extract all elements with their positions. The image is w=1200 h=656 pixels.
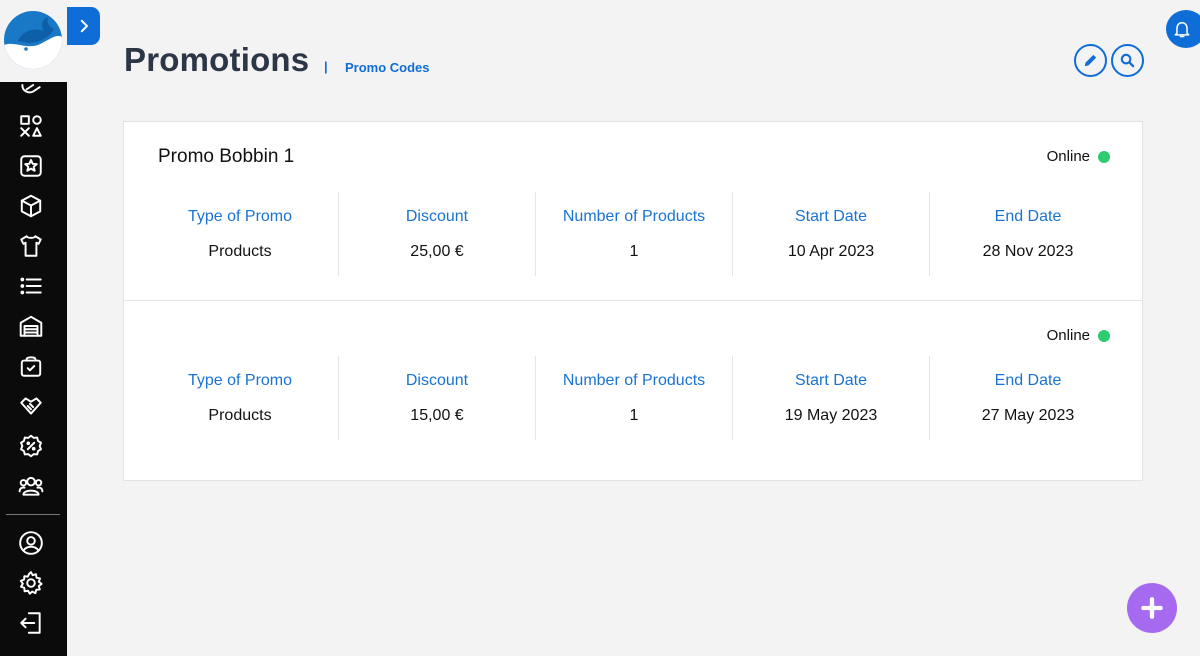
logout-icon[interactable]	[17, 609, 45, 637]
stat-discount: Discount 25,00 €	[338, 192, 535, 276]
expand-sidebar-button[interactable]	[67, 7, 100, 45]
stat-label: Type of Promo	[187, 207, 293, 225]
plus-icon	[1141, 597, 1163, 619]
promo-name: Promo Bobbin 1	[158, 146, 295, 167]
handshake-icon[interactable]	[17, 392, 45, 420]
logo-area	[0, 0, 67, 82]
sidebar-divider	[6, 514, 60, 515]
stat-value: Products	[208, 406, 272, 424]
notifications-button[interactable]	[1166, 10, 1200, 48]
sidebar	[0, 0, 67, 656]
stat-label: Number of Products	[562, 371, 706, 389]
stat-label: Discount	[405, 207, 469, 225]
stat-label: End Date	[994, 207, 1062, 225]
cube-icon[interactable]	[17, 192, 45, 220]
stat-value: 1	[629, 242, 639, 260]
tag-icon[interactable]	[17, 82, 45, 100]
shopping-bag-icon[interactable]	[17, 352, 45, 380]
add-promotion-button[interactable]	[1127, 583, 1177, 633]
status-text: Online	[1046, 327, 1090, 344]
discount-badge-icon[interactable]	[17, 432, 45, 460]
stat-number-of-products: Number of Products 1	[535, 192, 732, 276]
stat-value: 27 May 2023	[981, 406, 1075, 424]
stat-type: Type of Promo Products	[142, 192, 338, 276]
stat-label: Discount	[405, 371, 469, 389]
online-dot-icon	[1098, 329, 1110, 342]
promo-stats: Type of Promo Products Discount 25,00 € …	[142, 192, 1126, 276]
stat-value: Products	[208, 242, 272, 260]
stat-discount: Discount 15,00 €	[338, 356, 535, 440]
stat-value: 28 Nov 2023	[982, 242, 1074, 260]
whale-logo[interactable]	[4, 11, 62, 69]
promo-item[interactable]: Promo Bobbin 1 Online Type of Promo Prod…	[124, 122, 1142, 301]
search-button[interactable]	[1111, 44, 1144, 77]
page-title: Promotions	[124, 41, 310, 78]
online-dot-icon	[1098, 150, 1110, 163]
chevron-right-icon	[80, 19, 88, 33]
stat-label: End Date	[994, 371, 1062, 389]
stat-value: 10 Apr 2023	[787, 242, 875, 260]
shapes-icon[interactable]	[17, 112, 45, 140]
status-indicator: Online	[1047, 327, 1110, 344]
title-separator: |	[324, 59, 328, 74]
promo-stats: Type of Promo Products Discount 15,00 € …	[142, 356, 1126, 440]
status-indicator: Online	[1047, 148, 1110, 165]
tshirt-icon[interactable]	[17, 232, 45, 260]
stat-value: 25,00 €	[410, 242, 464, 260]
star-box-icon[interactable]	[17, 152, 45, 180]
bell-icon	[1174, 22, 1190, 38]
stat-value: 1	[629, 406, 639, 424]
stat-label: Start Date	[794, 207, 868, 225]
stat-label: Number of Products	[562, 207, 706, 225]
stat-label: Type of Promo	[187, 371, 293, 389]
edit-button[interactable]	[1074, 44, 1107, 77]
settings-icon[interactable]	[17, 569, 45, 597]
stat-type: Type of Promo Products	[142, 356, 338, 440]
promotions-card: Promo Bobbin 1 Online Type of Promo Prod…	[123, 121, 1143, 481]
users-icon[interactable]	[17, 472, 45, 500]
stat-number-of-products: Number of Products 1	[535, 356, 732, 440]
user-circle-icon[interactable]	[17, 529, 45, 557]
stat-value: 15,00 €	[410, 406, 464, 424]
promo-item[interactable]: Online Type of Promo Products Discount 1…	[124, 301, 1142, 480]
stat-value: 19 May 2023	[784, 406, 878, 424]
promo-codes-link[interactable]: Promo Codes	[345, 60, 430, 75]
stat-end-date: End Date 28 Nov 2023	[929, 192, 1126, 276]
stat-start-date: Start Date 10 Apr 2023	[732, 192, 929, 276]
warehouse-icon[interactable]	[17, 312, 45, 340]
list-icon[interactable]	[17, 272, 45, 300]
stat-start-date: Start Date 19 May 2023	[732, 356, 929, 440]
search-icon	[1120, 53, 1135, 68]
pencil-icon	[1084, 54, 1097, 67]
status-text: Online	[1046, 148, 1090, 165]
stat-label: Start Date	[794, 371, 868, 389]
stat-end-date: End Date 27 May 2023	[929, 356, 1126, 440]
